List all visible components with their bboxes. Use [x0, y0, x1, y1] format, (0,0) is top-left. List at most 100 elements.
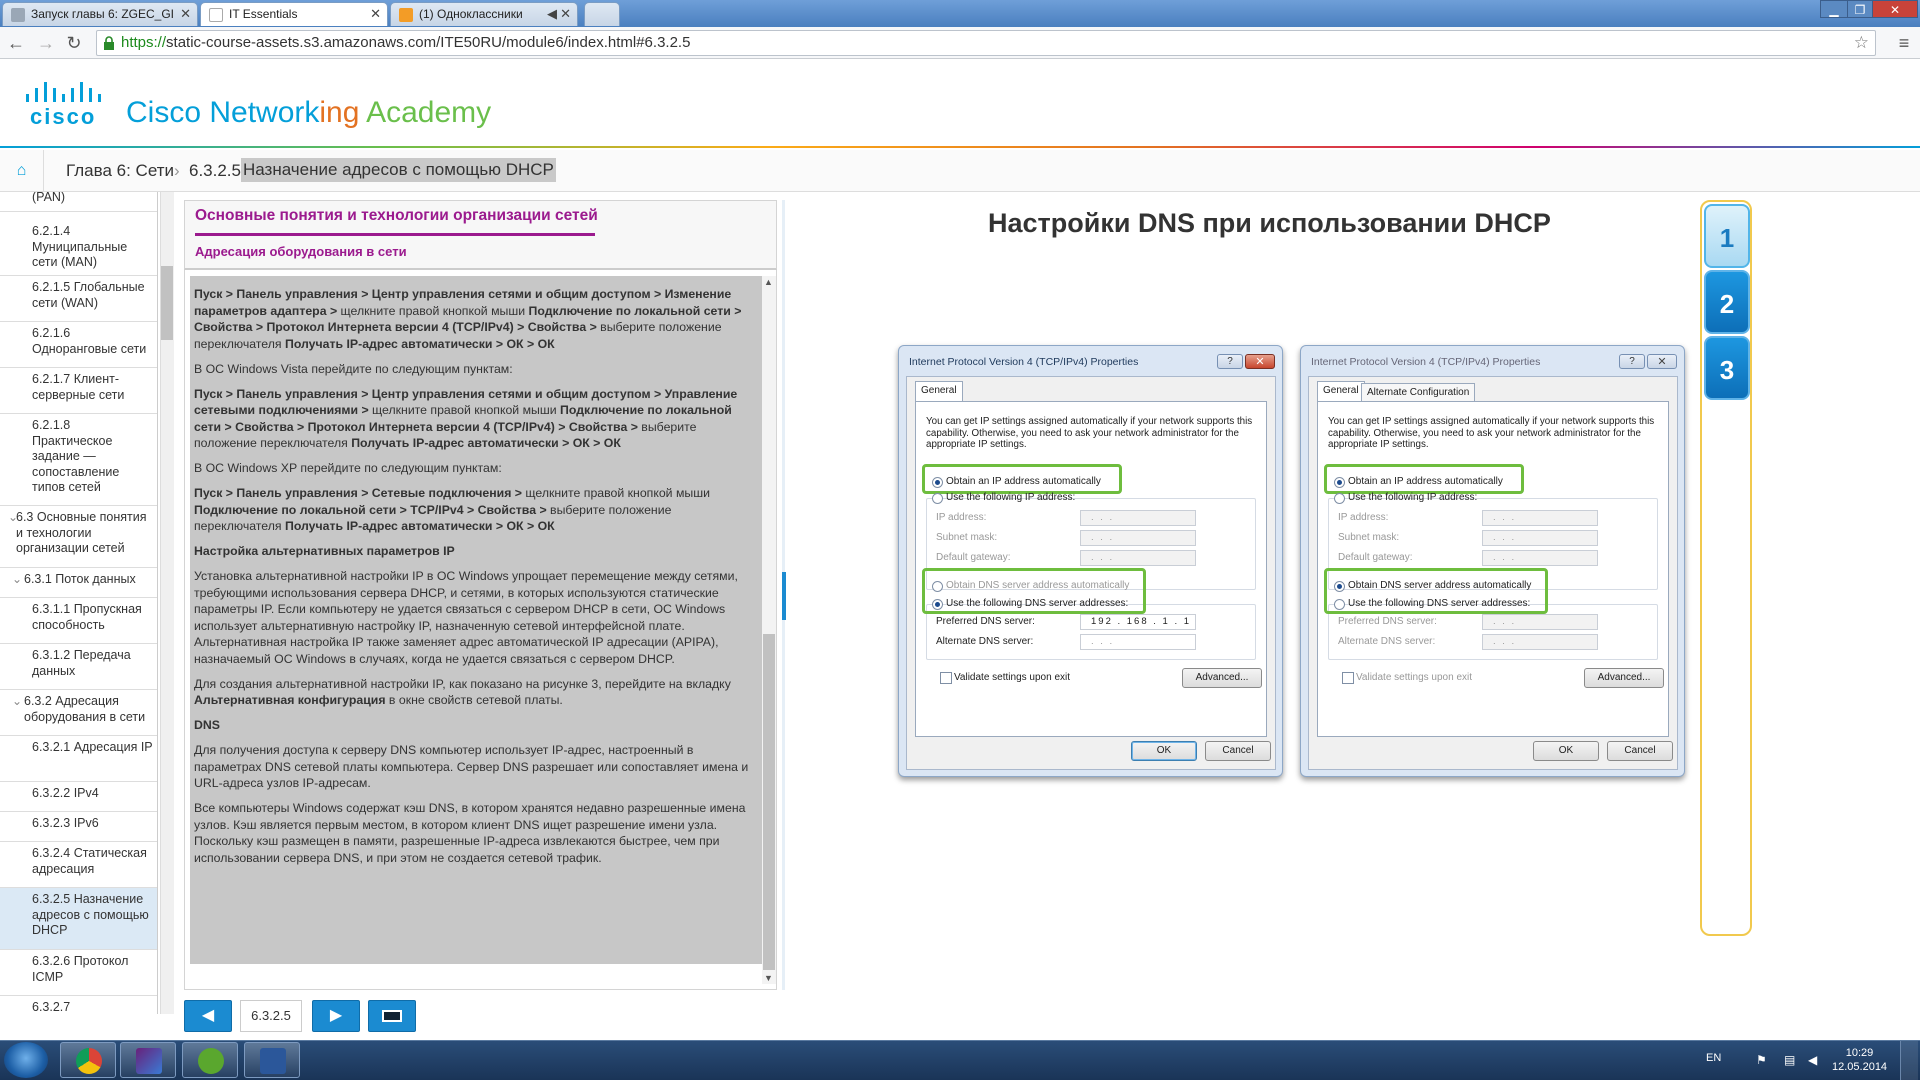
close-icon[interactable]: ✕	[180, 6, 191, 22]
text: Для создания альтернативной настройки IP…	[194, 676, 731, 691]
figure-tab-3[interactable]: 3	[1704, 336, 1750, 400]
sidebar-item-6-3-1-1[interactable]: 6.3.1.1 Пропускная способность	[0, 598, 157, 644]
maximize-button[interactable]: ❐	[1847, 0, 1873, 18]
volume-icon[interactable]: ◀	[1808, 1053, 1817, 1067]
figure-tab-2[interactable]: 2	[1704, 270, 1750, 334]
next-page-button[interactable]: ▶	[312, 1000, 360, 1032]
tab-general[interactable]: General	[915, 381, 963, 401]
close-icon[interactable]: ✕	[560, 6, 571, 22]
sidebar-item-6-3-2[interactable]: ⌄ 6.3.2 Адресация оборудования в сети	[0, 690, 157, 736]
panel-subtitle: Адресация оборудования в сети	[195, 244, 407, 259]
browser-tab-it-essentials[interactable]: IT Essentials ✕	[200, 2, 388, 26]
clock-time: 10:29	[1845, 1047, 1874, 1059]
clock[interactable]: 10:29 12.05.2014	[1832, 1046, 1887, 1074]
scroll-up-icon[interactable]: ▲	[764, 277, 773, 287]
text-scroll-thumb[interactable]	[763, 634, 775, 970]
preferred-dns-field[interactable]: 192 . 168 . 1 . 1	[1080, 614, 1196, 630]
sidebar-item-pan[interactable]: (PAN)	[0, 192, 157, 212]
network-icon[interactable]: ▤	[1784, 1053, 1795, 1067]
preferred-dns-field[interactable]: . . .	[1482, 614, 1598, 630]
close-button[interactable]: ✕	[1245, 354, 1275, 369]
ip-address-field[interactable]: . . .	[1080, 510, 1196, 526]
flag-icon[interactable]: ⚑	[1756, 1053, 1767, 1067]
sidebar-item-6-2-1-8[interactable]: 6.2.1.8 Практическое задание — сопоставл…	[0, 414, 157, 506]
ip-address-field[interactable]: . . .	[1482, 510, 1598, 526]
taskbar-word[interactable]	[244, 1042, 300, 1078]
sidebar-scroll-thumb[interactable]	[161, 266, 173, 340]
minimize-button[interactable]: ▁	[1820, 0, 1848, 18]
browser-tab-odnoklassniki[interactable]: (1) Одноклассники ◀ ✕	[390, 2, 578, 26]
url-field[interactable]: https://static-course-assets.s3.amazonaw…	[96, 30, 1876, 56]
help-button[interactable]: ?	[1217, 354, 1243, 369]
close-window-button[interactable]: ✕	[1872, 0, 1918, 18]
sidebar-item-6-3-1-2[interactable]: 6.3.1.2 Передача данных	[0, 644, 157, 690]
subnet-mask-field[interactable]: . . .	[1080, 530, 1196, 546]
panel-title: Основные понятия и технологии организаци…	[195, 207, 598, 224]
reload-button[interactable]: ↻	[62, 31, 86, 55]
paragraph: В ОС Windows XP перейдите по следующим п…	[194, 461, 502, 475]
bold-text: Пуск > Панель управления > Сетевые подкл…	[194, 486, 522, 500]
show-desktop-button[interactable]	[1900, 1041, 1918, 1080]
sidebar-item-6-3-2-1[interactable]: 6.3.2.1 Адресация IP	[0, 736, 157, 782]
back-button[interactable]: ←	[4, 31, 28, 55]
gateway-field[interactable]: . . .	[1080, 550, 1196, 566]
taskbar-chrome[interactable]	[60, 1042, 116, 1078]
validate-checkbox[interactable]: Validate settings upon exit	[1342, 672, 1472, 684]
help-button[interactable]: ?	[1619, 354, 1645, 369]
taskbar-utorrent[interactable]	[182, 1042, 238, 1078]
sidebar-item-6-2-1-4[interactable]: 6.2.1.4 Муниципальные сети (MAN)	[0, 220, 157, 276]
sidebar-item-6-3-2-4[interactable]: 6.3.2.4 Статическая адресация	[0, 842, 157, 888]
forward-button[interactable]: →	[34, 31, 58, 55]
sidebar-item-6-2-1-7[interactable]: 6.2.1.7 Клиент-серверные сети	[0, 368, 157, 414]
advanced-button[interactable]: Advanced...	[1584, 668, 1664, 688]
utorrent-icon	[198, 1048, 224, 1074]
lock-icon	[104, 36, 114, 50]
fullscreen-button[interactable]	[368, 1000, 416, 1032]
ok-button[interactable]: OK	[1131, 741, 1197, 761]
taskbar-visual-studio[interactable]	[120, 1042, 176, 1078]
sidebar-item-6-3-2-7[interactable]: 6.3.2.7	[0, 996, 157, 1014]
tab-alternate-configuration[interactable]: Alternate Configuration	[1361, 383, 1476, 401]
panel-splitter-handle[interactable]	[782, 572, 786, 620]
browser-tab-zgec[interactable]: Запуск главы 6: ZGEC_GI ✕	[2, 2, 198, 26]
paragraph: Установка альтернативной настройки IP в …	[194, 569, 738, 666]
use-ip-radio[interactable]: Use the following IP address:	[932, 492, 1075, 504]
star-icon[interactable]: ☆	[1854, 31, 1869, 55]
breadcrumb-chapter[interactable]: Глава 6: Сети	[66, 161, 174, 181]
menu-icon[interactable]: ≡	[1892, 31, 1916, 55]
sidebar-item-6-3[interactable]: ⌄ 6.3 Основные понятия и технологии орган…	[0, 506, 157, 568]
cisco-logo-bars-icon	[26, 82, 101, 102]
address-bar-row: ← → ↻ https://static-course-assets.s3.am…	[0, 27, 1920, 59]
start-button[interactable]	[4, 1042, 48, 1078]
home-icon[interactable]: ⌂	[0, 150, 44, 192]
tab-general[interactable]: General	[1317, 381, 1365, 401]
sidebar-item-6-3-1[interactable]: ⌄ 6.3.1 Поток данных	[0, 568, 157, 598]
alternate-dns-field[interactable]: . . .	[1080, 634, 1196, 650]
sidebar-item-6-3-2-5[interactable]: 6.3.2.5 Назначение адресов с помощью DHC…	[0, 888, 157, 950]
speaker-icon: ◀	[547, 6, 557, 21]
gateway-field[interactable]: . . .	[1482, 550, 1598, 566]
ok-button[interactable]: OK	[1533, 741, 1599, 761]
header-rainbow-line	[0, 146, 1920, 148]
sidebar-item-6-2-1-5[interactable]: 6.2.1.5 Глобальные сети (WAN)	[0, 276, 157, 322]
close-icon[interactable]: ✕	[370, 6, 381, 22]
prev-page-button[interactable]: ◀	[184, 1000, 232, 1032]
sidebar-item-6-2-1-6[interactable]: 6.2.1.6 Одноранговые сети	[0, 322, 157, 368]
chevron-down-icon: ⌄	[12, 572, 23, 586]
advanced-button[interactable]: Advanced...	[1182, 668, 1262, 688]
validate-checkbox[interactable]: Validate settings upon exit	[940, 672, 1070, 684]
scroll-down-icon[interactable]: ▼	[764, 973, 773, 983]
sidebar-item-6-3-2-2[interactable]: 6.3.2.2 IPv4	[0, 782, 157, 812]
cancel-button[interactable]: Cancel	[1205, 741, 1271, 761]
sidebar-item-6-3-2-6[interactable]: 6.3.2.6 Протокол ICMP	[0, 950, 157, 996]
use-ip-radio[interactable]: Use the following IP address:	[1334, 492, 1477, 504]
ip-label: IP address:	[936, 512, 987, 523]
alternate-dns-field[interactable]: . . .	[1482, 634, 1598, 650]
subnet-mask-field[interactable]: . . .	[1482, 530, 1598, 546]
new-tab-button[interactable]	[584, 2, 620, 26]
cancel-button[interactable]: Cancel	[1607, 741, 1673, 761]
sidebar-item-6-3-2-3[interactable]: 6.3.2.3 IPv6	[0, 812, 157, 842]
close-button[interactable]: ✕	[1647, 354, 1677, 369]
language-indicator[interactable]: EN	[1706, 1052, 1721, 1064]
figure-tab-1[interactable]: 1	[1704, 204, 1750, 268]
